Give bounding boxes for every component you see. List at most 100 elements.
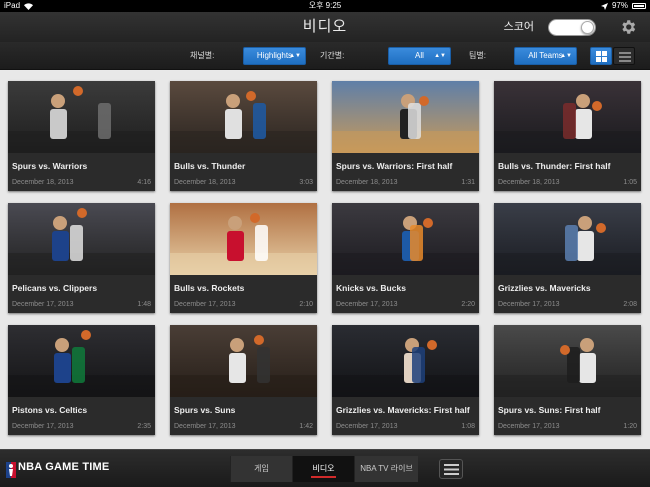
video-thumbnail	[170, 81, 317, 153]
battery-icon	[632, 3, 646, 9]
video-title: Spurs vs. Warriors: First half	[336, 161, 453, 171]
score-toggle[interactable]	[548, 19, 596, 36]
video-duration: 1:48	[137, 301, 151, 308]
clock: 오후 9:25	[308, 1, 342, 10]
chevron-down-icon: ▲▼	[560, 53, 572, 59]
video-thumbnail	[332, 81, 479, 153]
score-label: 스코어	[503, 21, 534, 33]
toggle-knob	[581, 21, 594, 34]
video-duration: 1:31	[461, 179, 475, 186]
tab-video[interactable]: 비디오	[292, 456, 354, 482]
video-duration: 4:16	[137, 179, 151, 186]
video-duration: 2:20	[461, 301, 475, 308]
video-thumbnail-image	[332, 203, 479, 275]
video-date: December 17, 2013	[498, 423, 560, 430]
video-thumbnail	[170, 325, 317, 397]
video-card[interactable]: Spurs vs. Suns: First half December 17, 2…	[494, 325, 641, 435]
video-title: Pistons vs. Celtics	[12, 405, 88, 415]
location-icon	[600, 2, 608, 10]
app-root: iPad 오후 9:25 97% 비디오 스코어 채널별: Highlights…	[0, 0, 650, 487]
video-date: December 17, 2013	[336, 423, 398, 430]
video-thumbnail-image	[8, 203, 155, 275]
video-thumbnail-image	[170, 81, 317, 153]
video-title: Pelicans vs. Clippers	[12, 283, 98, 293]
chevron-down-icon: ▲▼	[289, 53, 301, 59]
chevron-down-icon: ▲▼	[434, 53, 446, 59]
status-bar: iPad 오후 9:25 97%	[0, 0, 650, 12]
video-title: Spurs vs. Warriors	[12, 161, 88, 171]
video-thumbnail	[494, 325, 641, 397]
nba-logo-icon	[6, 462, 16, 478]
tab-games[interactable]: 게임	[230, 456, 292, 482]
video-thumbnail	[494, 203, 641, 275]
list-view-button[interactable]	[613, 47, 635, 65]
team-dropdown-value: All Teams	[528, 51, 563, 60]
video-card[interactable]: Spurs vs. Warriors: First half December 1…	[332, 81, 479, 191]
video-card[interactable]: Grizzlies vs. Mavericks December 17, 2013…	[494, 203, 641, 313]
hamburger-icon	[444, 464, 459, 475]
menu-button[interactable]	[439, 459, 463, 479]
period-dropdown[interactable]: All ▲▼	[388, 47, 451, 65]
video-thumbnail	[332, 325, 479, 397]
video-title: Bulls vs. Rockets	[174, 283, 245, 293]
video-grid: Spurs vs. Warriors December 18, 2013 4:16 B…	[0, 71, 650, 449]
video-thumbnail	[494, 81, 641, 153]
video-title: Grizzlies vs. Mavericks: First half	[336, 405, 470, 415]
video-date: December 17, 2013	[174, 423, 236, 430]
video-thumbnail-image	[494, 81, 641, 153]
grid-icon	[596, 51, 607, 62]
bottom-tabs: 게임 비디오 NBA TV 라이브	[230, 456, 418, 482]
video-thumbnail-image	[170, 203, 317, 275]
video-thumbnail	[170, 203, 317, 275]
brand-name: NBA GAME TIME	[18, 461, 110, 473]
team-filter-label: 팀별:	[469, 51, 486, 60]
video-duration: 1:05	[623, 179, 637, 186]
video-title: Knicks vs. Bucks	[336, 283, 406, 293]
channel-filter-label: 채널별:	[190, 51, 215, 60]
video-date: December 17, 2013	[498, 301, 560, 308]
video-date: December 18, 2013	[336, 179, 398, 186]
video-date: December 18, 2013	[498, 179, 560, 186]
video-thumbnail-image	[332, 81, 479, 153]
video-card[interactable]: Bulls vs. Rockets December 17, 2013 2:10	[170, 203, 317, 313]
video-date: December 17, 2013	[174, 301, 236, 308]
video-card[interactable]: Grizzlies vs. Mavericks: First half Decem…	[332, 325, 479, 435]
video-duration: 2:35	[137, 423, 151, 430]
video-date: December 18, 2013	[12, 179, 74, 186]
video-thumbnail-image	[8, 325, 155, 397]
channel-dropdown[interactable]: Highlights ▲▼	[243, 47, 306, 65]
period-dropdown-value: All	[415, 51, 424, 60]
video-title: Grizzlies vs. Mavericks	[498, 283, 591, 293]
video-card[interactable]: Spurs vs. Suns December 17, 2013 1:42	[170, 325, 317, 435]
video-card[interactable]: Knicks vs. Bucks December 17, 2013 2:20	[332, 203, 479, 313]
video-date: December 17, 2013	[12, 423, 74, 430]
video-date: December 18, 2013	[174, 179, 236, 186]
video-title: Spurs vs. Suns: First half	[498, 405, 601, 415]
filter-bar: 채널별: Highlights ▲▼ 기간별: All ▲▼ 팀별: All T…	[0, 42, 650, 70]
gear-icon[interactable]	[619, 18, 637, 36]
battery-percent: 97%	[611, 1, 628, 10]
video-title: Bulls vs. Thunder: First half	[498, 161, 611, 171]
video-duration: 3:03	[299, 179, 313, 186]
video-thumbnail-image	[170, 325, 317, 397]
video-thumbnail-image	[332, 325, 479, 397]
channel-dropdown-value: Highlights	[256, 51, 293, 60]
video-date: December 17, 2013	[336, 301, 398, 308]
video-thumbnail	[8, 325, 155, 397]
video-thumbnail	[332, 203, 479, 275]
team-dropdown[interactable]: All Teams ▲▼	[514, 47, 577, 65]
video-card[interactable]: Bulls vs. Thunder: First half December 18…	[494, 81, 641, 191]
video-card[interactable]: Spurs vs. Warriors December 18, 2013 4:16	[8, 81, 155, 191]
video-thumbnail-image	[494, 325, 641, 397]
nav-header: 비디오 스코어	[0, 12, 650, 42]
bottom-bar: NBA GAME TIME 게임 비디오 NBA TV 라이브	[0, 449, 650, 487]
video-card[interactable]: Pelicans vs. Clippers December 17, 2013 1:…	[8, 203, 155, 313]
grid-view-button[interactable]	[590, 47, 612, 65]
video-title: Spurs vs. Suns	[174, 405, 236, 415]
video-title: Bulls vs. Thunder	[174, 161, 246, 171]
video-card[interactable]: Bulls vs. Thunder December 18, 2013 3:03	[170, 81, 317, 191]
tab-nba-tv-live[interactable]: NBA TV 라이브	[354, 456, 418, 482]
video-duration: 1:20	[623, 423, 637, 430]
video-card[interactable]: Pistons vs. Celtics December 17, 2013 2:35	[8, 325, 155, 435]
video-duration: 1:08	[461, 423, 475, 430]
